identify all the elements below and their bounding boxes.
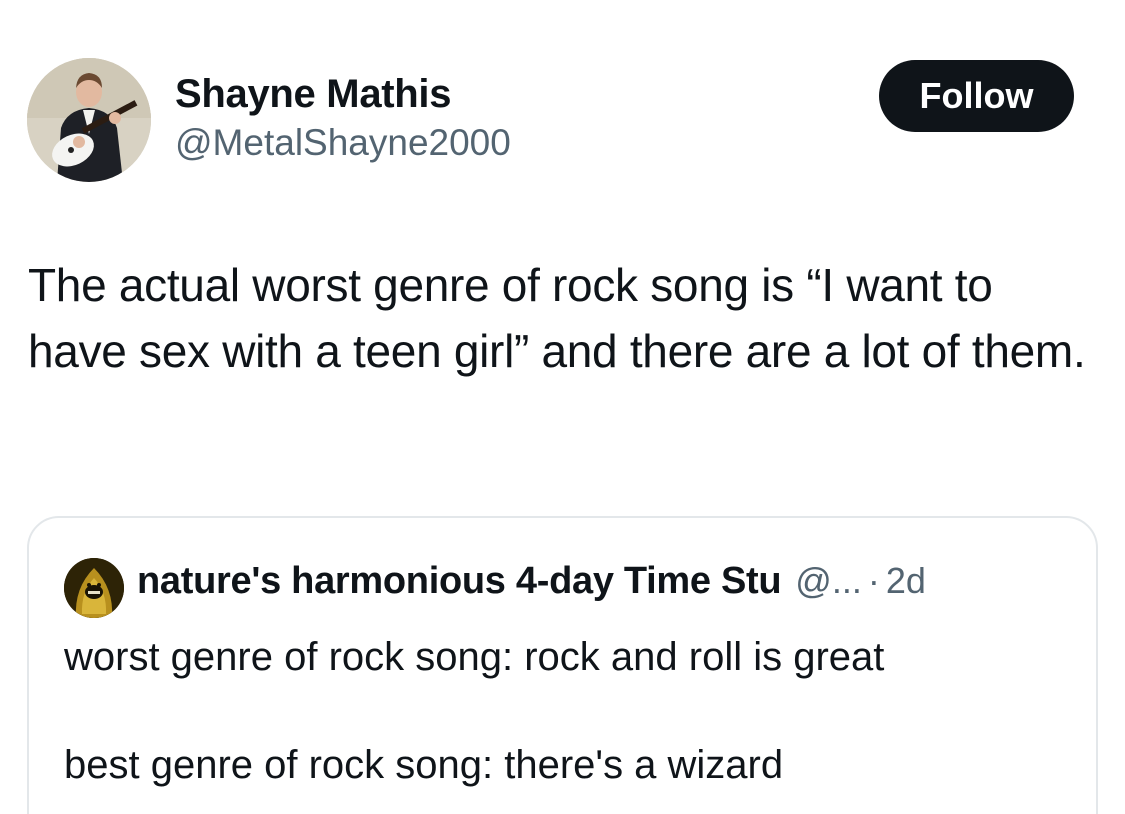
quoted-author-display-name[interactable]: nature's harmonious 4-day Time Stu — [137, 560, 782, 603]
author-display-name[interactable]: Shayne Mathis — [175, 72, 451, 117]
tweet-view: Shayne Mathis @MetalShayne2000 Follow Th… — [0, 0, 1125, 814]
follow-button[interactable]: Follow — [879, 60, 1074, 132]
tweet-text: The actual worst genre of rock song is “… — [28, 259, 1086, 377]
profile-photo-icon — [27, 58, 151, 182]
profile-photo-icon — [64, 558, 124, 618]
meta-separator: · — [867, 560, 880, 601]
quoted-tweet-timestamp[interactable]: 2d — [886, 560, 926, 602]
quoted-author-avatar[interactable] — [64, 558, 124, 618]
quoted-tweet-text: worst genre of rock song: rock and roll … — [64, 635, 885, 787]
quoted-author-handle[interactable]: @... — [795, 560, 862, 602]
author-handle[interactable]: @MetalShayne2000 — [175, 122, 511, 164]
quoted-tweet[interactable]: nature's harmonious 4-day Time Stu @... … — [27, 516, 1098, 814]
quoted-tweet-header: nature's harmonious 4-day Time Stu @... … — [137, 560, 926, 603]
author-avatar[interactable] — [27, 58, 151, 182]
